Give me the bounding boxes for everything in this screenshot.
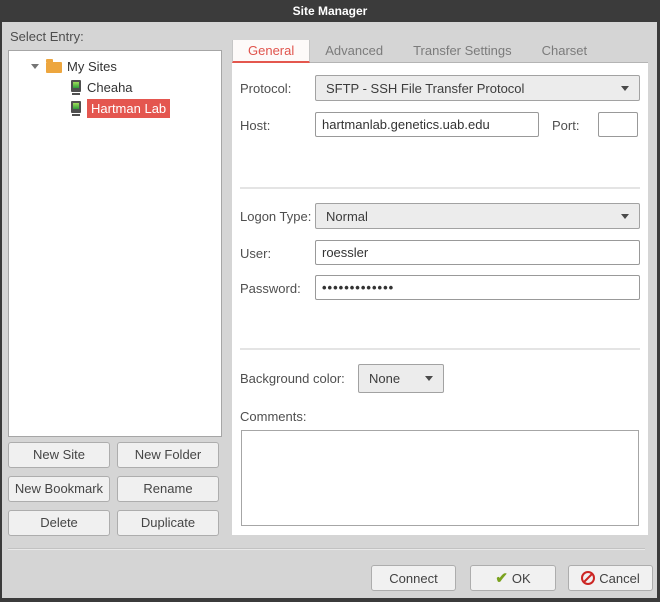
tab-general[interactable]: General — [232, 40, 310, 63]
tree-item-my-sites[interactable]: My Sites — [9, 56, 221, 77]
logon-type-select[interactable]: Normal — [315, 203, 640, 229]
password-label: Password: — [240, 281, 301, 296]
user-input[interactable] — [315, 240, 640, 265]
cancel-button[interactable]: Cancel — [568, 565, 653, 591]
separator — [240, 348, 640, 350]
host-label: Host: — [240, 118, 270, 133]
titlebar[interactable]: Site Manager — [0, 0, 660, 22]
logon-type-value: Normal — [326, 209, 368, 224]
tab-charset[interactable]: Charset — [527, 40, 603, 62]
site-tree: My Sites Cheaha Hartman Lab — [8, 50, 222, 437]
select-entry-label: Select Entry: — [10, 29, 84, 44]
tree-item-label: My Sites — [67, 59, 117, 74]
new-bookmark-button[interactable]: New Bookmark — [8, 476, 110, 502]
port-input[interactable] — [598, 112, 638, 137]
protocol-value: SFTP - SSH File Transfer Protocol — [326, 81, 524, 96]
background-color-label: Background color: — [240, 371, 345, 386]
dialog-content: Select Entry: My Sites Cheaha Hartman La… — [2, 22, 657, 598]
tab-bar: General Advanced Transfer Settings Chars… — [232, 40, 648, 63]
tree-item-label: Cheaha — [87, 80, 133, 95]
delete-button[interactable]: Delete — [8, 510, 110, 536]
new-folder-button[interactable]: New Folder — [117, 442, 219, 468]
tab-advanced[interactable]: Advanced — [310, 40, 398, 62]
password-input[interactable] — [315, 275, 640, 300]
separator — [240, 187, 640, 189]
tree-item-hartman-lab[interactable]: Hartman Lab — [9, 98, 221, 119]
protocol-label: Protocol: — [240, 81, 291, 96]
connect-label: Connect — [389, 571, 437, 586]
background-color-value: None — [369, 371, 400, 386]
new-site-button[interactable]: New Site — [8, 442, 110, 468]
cancel-prohibition-icon — [581, 571, 595, 585]
server-icon — [71, 101, 81, 113]
window-title: Site Manager — [293, 4, 368, 18]
site-manager-dialog: Site Manager Select Entry: My Sites Chea… — [0, 0, 660, 602]
logon-type-label: Logon Type: — [240, 209, 311, 224]
comments-label: Comments: — [240, 409, 306, 424]
port-label: Port: — [552, 118, 579, 133]
expander-down-icon[interactable] — [31, 64, 39, 69]
dropdown-caret-icon — [425, 376, 433, 381]
folder-icon — [46, 62, 62, 73]
protocol-select[interactable]: SFTP - SSH File Transfer Protocol — [315, 75, 640, 101]
user-label: User: — [240, 246, 271, 261]
dropdown-caret-icon — [621, 214, 629, 219]
server-icon — [71, 80, 81, 92]
dropdown-caret-icon — [621, 86, 629, 91]
ok-label: OK — [512, 571, 531, 586]
connect-button[interactable]: Connect — [371, 565, 456, 591]
rename-button[interactable]: Rename — [117, 476, 219, 502]
duplicate-button[interactable]: Duplicate — [117, 510, 219, 536]
tab-transfer-settings[interactable]: Transfer Settings — [398, 40, 527, 62]
general-tab-page: Protocol: SFTP - SSH File Transfer Proto… — [232, 63, 648, 535]
cancel-label: Cancel — [599, 571, 639, 586]
tree-item-label-selected: Hartman Lab — [87, 99, 170, 118]
comments-textarea[interactable] — [241, 430, 639, 526]
host-input[interactable] — [315, 112, 539, 137]
tree-item-cheaha[interactable]: Cheaha — [9, 77, 221, 98]
check-icon: ✔ — [495, 571, 508, 586]
background-color-select[interactable]: None — [358, 364, 444, 393]
footer-separator — [8, 548, 645, 549]
ok-button[interactable]: ✔ OK — [470, 565, 556, 591]
